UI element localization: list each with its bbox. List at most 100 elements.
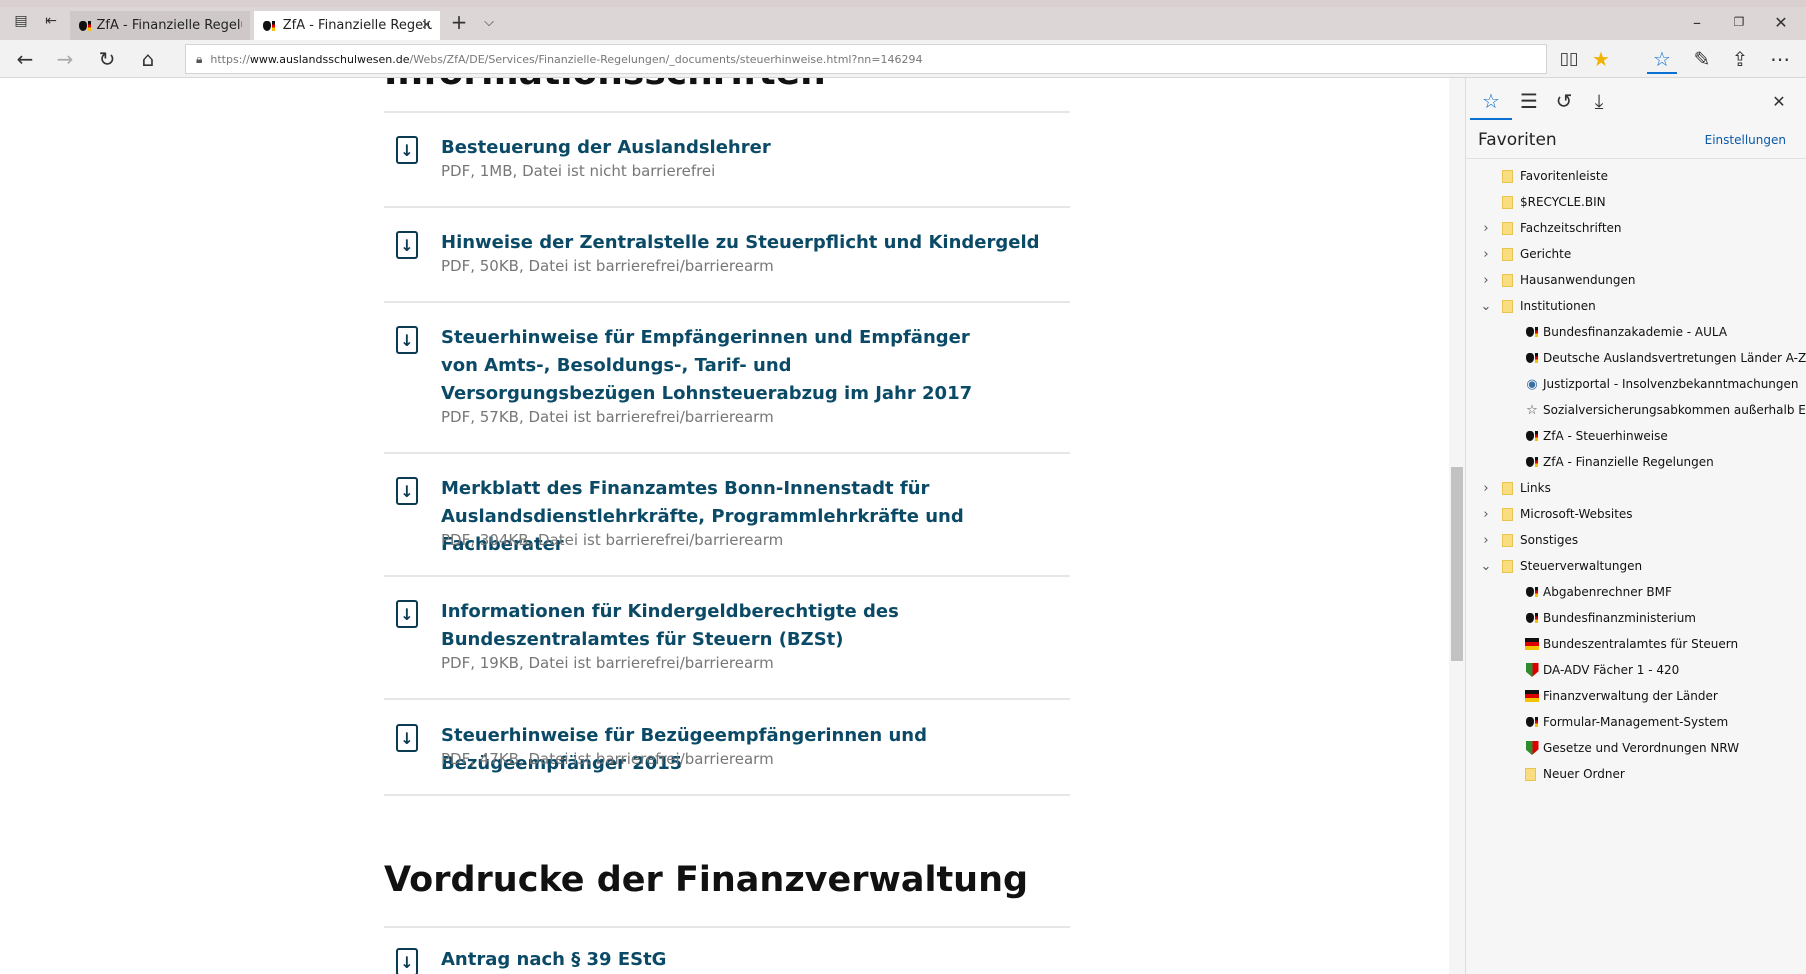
favorite-label: Sozialversicherungsabkommen außerhalb EU…: [1543, 403, 1806, 417]
chevron-down-icon[interactable]: ⌄: [1480, 559, 1492, 574]
favorite-label: Finanzverwaltung der Länder: [1543, 689, 1718, 703]
chevron-right-icon[interactable]: ›: [1480, 247, 1492, 262]
favorite-label: ZfA - Finanzielle Regelungen: [1543, 455, 1714, 469]
document-link[interactable]: Besteuerung der Auslandslehrer: [441, 134, 1061, 162]
favorites-link[interactable]: ZfA - Finanzielle Regelungen: [1466, 449, 1806, 475]
german-flag-icon: [1525, 689, 1539, 703]
favorites-folder[interactable]: › Microsoft-Websites: [1466, 501, 1806, 527]
document-link[interactable]: Antrag nach § 39 EStG: [441, 946, 1061, 974]
refresh-icon[interactable]: ↻: [92, 46, 122, 72]
globe-icon: ◉: [1526, 376, 1538, 392]
chevron-down-icon[interactable]: ⌄: [1480, 299, 1492, 314]
history-tab-icon[interactable]: ↺: [1547, 86, 1581, 116]
chevron-right-icon[interactable]: ›: [1480, 533, 1492, 548]
bundesadler-glyph: [1525, 585, 1539, 599]
favorites-folder[interactable]: Neuer Ordner: [1466, 761, 1806, 787]
tab-2[interactable]: ZfA - Finanzielle Regelu ✕: [254, 11, 440, 40]
document-link[interactable]: Hinweise der Zentralstelle zu Steuerpfli…: [441, 229, 1061, 257]
favorite-label: Deutsche Auslandsvertretungen Länder A-Z: [1543, 351, 1806, 365]
favorites-link[interactable]: ZfA - Steuerhinweise: [1466, 423, 1806, 449]
favorites-folder[interactable]: $RECYCLE.BIN: [1466, 189, 1806, 215]
download-icon: ↓: [396, 948, 418, 974]
section-heading-informationsschriften: Informationsschriften: [384, 78, 826, 93]
favorites-tab-icon[interactable]: ☆: [1474, 86, 1508, 116]
bundesadler-icon: [1525, 455, 1539, 469]
favorites-link[interactable]: Deutsche Auslandsvertretungen Länder A-Z: [1466, 345, 1806, 371]
download-icon: ↓: [396, 600, 418, 628]
favorites-link[interactable]: Bundesfinanzministerium: [1466, 605, 1806, 631]
hub-favorites-icon[interactable]: ☆: [1647, 46, 1677, 74]
favorites-link[interactable]: Finanzverwaltung der Länder: [1466, 683, 1806, 709]
url-host: www.auslandsschulwesen.de: [249, 52, 410, 66]
favorites-folder[interactable]: ⌄ Steuerverwaltungen: [1466, 553, 1806, 579]
close-hub-icon[interactable]: ✕: [1762, 86, 1796, 116]
document-link[interactable]: Informationen für Kindergeldberechtigte …: [441, 598, 1061, 654]
favorite-label: Sonstiges: [1520, 533, 1579, 547]
bundesadler-icon: [78, 19, 91, 33]
bundesadler-icon: [1525, 351, 1539, 365]
download-icon: ↓: [396, 136, 418, 164]
nrw-crest-glyph: [1525, 663, 1539, 677]
url-field[interactable]: 🔒︎ https:// www.auslandsschulwesen.de /W…: [185, 44, 1547, 74]
folder-icon: [1502, 247, 1513, 261]
favorites-link[interactable]: Bundesfinanzakademie - AULA: [1466, 319, 1806, 345]
close-tab-icon[interactable]: ✕: [421, 18, 432, 33]
favorite-label: Bundeszentralamtes für Steuern: [1543, 637, 1739, 651]
tab-actions-icon[interactable]: ▤: [10, 9, 32, 33]
tabs-aside-icon[interactable]: ⇤: [40, 9, 62, 33]
active-hub-tab-indicator: [1470, 118, 1512, 120]
favorites-link[interactable]: ◉ Justizportal - Insolvenzbekanntmachunge…: [1466, 371, 1806, 397]
page-scrollbar-thumb[interactable]: [1451, 467, 1463, 661]
bundesadler-glyph: [1525, 429, 1539, 443]
favorites-folder[interactable]: › Gerichte: [1466, 241, 1806, 267]
flag-glyph: [1525, 690, 1539, 702]
close-window-icon[interactable]: ✕: [1764, 9, 1798, 35]
forward-icon[interactable]: →: [50, 46, 80, 72]
bundesadler-icon: [1525, 611, 1539, 625]
web-note-icon[interactable]: ✎: [1687, 46, 1717, 72]
favorites-folder[interactable]: › Sonstiges: [1466, 527, 1806, 553]
favorites-folder[interactable]: Favoritenleiste: [1466, 163, 1806, 189]
chevron-right-icon[interactable]: ›: [1480, 507, 1492, 522]
hub-title: Favoriten: [1478, 130, 1557, 150]
favorites-link[interactable]: DA-ADV Fächer 1 - 420: [1466, 657, 1806, 683]
hub-settings-link[interactable]: Einstellungen: [1705, 133, 1786, 147]
bundesadler-icon: [1525, 585, 1539, 599]
document-link[interactable]: Steuerhinweise für Empfängerinnen und Em…: [441, 324, 1001, 408]
folder-icon: [1502, 169, 1513, 183]
favorite-label: Steuerverwaltungen: [1520, 559, 1643, 573]
chevron-right-icon[interactable]: ›: [1480, 273, 1492, 288]
favorites-link[interactable]: Gesetze und Verordnungen NRW: [1466, 735, 1806, 761]
back-icon[interactable]: ←: [10, 46, 40, 72]
folder-icon: [1502, 273, 1513, 287]
favorites-folder[interactable]: › Hausanwendungen: [1466, 267, 1806, 293]
favorites-link[interactable]: Bundeszentralamtes für Steuern: [1466, 631, 1806, 657]
tab-preview-chevron-icon[interactable]: ⌵: [477, 9, 501, 35]
reading-list-tab-icon[interactable]: ☰: [1512, 86, 1546, 116]
new-tab-icon[interactable]: +: [447, 9, 471, 35]
minimize-icon[interactable]: –: [1680, 9, 1714, 35]
favorites-folder[interactable]: › Links: [1466, 475, 1806, 501]
favorite-label: Formular-Management-System: [1543, 715, 1729, 729]
tab-bar: ▤ ⇤ ZfA - Finanzielle Regelunge ZfA - Fi…: [0, 0, 1806, 40]
downloads-tab-icon[interactable]: ⤓: [1582, 86, 1616, 116]
restore-icon[interactable]: ❐: [1722, 9, 1756, 35]
chevron-right-icon[interactable]: ›: [1480, 221, 1492, 236]
favorites-link[interactable]: Abgabenrechner BMF: [1466, 579, 1806, 605]
favorites-link[interactable]: Formular-Management-System: [1466, 709, 1806, 735]
favorites-folder[interactable]: › Fachzeitschriften: [1466, 215, 1806, 241]
download-icon: ↓: [396, 477, 418, 505]
tab-1-title: ZfA - Finanzielle Regelunge: [96, 18, 242, 33]
divider: [384, 301, 1070, 303]
favorites-link[interactable]: ☆ Sozialversicherungsabkommen außerhalb E…: [1466, 397, 1806, 423]
divider: [1466, 158, 1806, 159]
share-icon[interactable]: ⇪: [1725, 46, 1755, 72]
more-icon[interactable]: ⋯: [1765, 46, 1795, 72]
chevron-right-icon[interactable]: ›: [1480, 481, 1492, 496]
tab-1[interactable]: ZfA - Finanzielle Regelunge: [70, 11, 250, 40]
favorites-folder[interactable]: ⌄ Institutionen: [1466, 293, 1806, 319]
download-icon: ↓: [396, 231, 418, 259]
home-icon[interactable]: ⌂: [133, 46, 163, 72]
reading-view-icon[interactable]: ▯▯: [1554, 46, 1584, 72]
favorite-star-icon[interactable]: ★: [1586, 46, 1616, 72]
